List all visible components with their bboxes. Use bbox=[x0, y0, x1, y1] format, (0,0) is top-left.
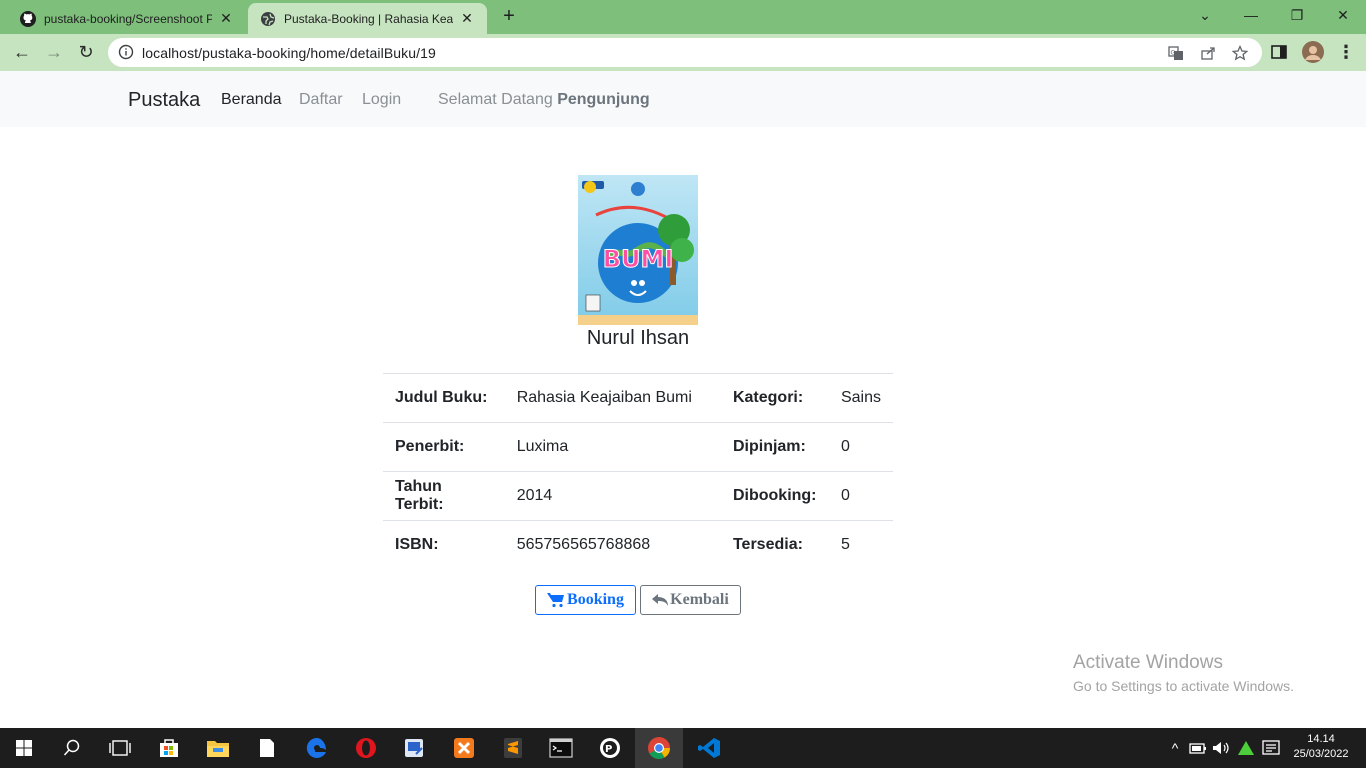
label-judul: Judul Buku: bbox=[383, 373, 505, 423]
star-icon[interactable] bbox=[1232, 45, 1248, 61]
xampp-icon[interactable] bbox=[440, 728, 488, 768]
watermark-line2: Go to Settings to activate Windows. bbox=[1073, 678, 1294, 694]
nav-link-login[interactable]: Login bbox=[362, 91, 401, 109]
booking-button[interactable]: Booking bbox=[535, 585, 636, 615]
remote-desktop-icon[interactable] bbox=[390, 728, 438, 768]
table-row: Penerbit: Luxima Dipinjam: 0 bbox=[383, 422, 893, 472]
search-icon[interactable] bbox=[48, 728, 96, 768]
clock-date: 25/03/2022 bbox=[1293, 748, 1349, 760]
book-detail-table: Judul Buku: Rahasia Keajaiban Bumi Kateg… bbox=[383, 373, 893, 570]
info-icon[interactable] bbox=[118, 44, 134, 60]
chrome-icon[interactable] bbox=[635, 728, 683, 768]
value-kategori: Sains bbox=[828, 373, 893, 423]
terminal-icon[interactable] bbox=[537, 728, 585, 768]
nvidia-icon[interactable] bbox=[1237, 740, 1255, 756]
cover-title-text: BUMI bbox=[603, 245, 674, 273]
forward-arrow-icon[interactable]: → bbox=[42, 40, 66, 64]
address-bar[interactable]: localhost/pustaka-booking/home/detailBuk… bbox=[108, 38, 1262, 67]
value-dipinjam: 0 bbox=[828, 422, 893, 472]
new-tab-button[interactable]: + bbox=[498, 6, 520, 28]
label-tersedia: Tersedia: bbox=[720, 520, 829, 570]
translate-icon[interactable]: G bbox=[1168, 45, 1184, 61]
label-isbn: ISBN: bbox=[383, 520, 505, 570]
notification-icon[interactable] bbox=[1262, 740, 1280, 756]
close-icon[interactable]: ✕ bbox=[459, 10, 475, 27]
kembali-label: Kembali bbox=[670, 591, 729, 608]
reply-arrow-icon bbox=[652, 594, 669, 606]
nav-link-beranda[interactable]: Beranda bbox=[221, 91, 282, 109]
book-cover-image: BUMI bbox=[578, 175, 698, 325]
minimize-button[interactable]: — bbox=[1228, 4, 1274, 26]
browser-toolbar: ← → ↻ localhost/pustaka-booking/home/det… bbox=[0, 34, 1366, 71]
clock-time: 14.14 bbox=[1307, 733, 1335, 745]
battery-icon[interactable] bbox=[1189, 740, 1207, 756]
store-icon[interactable] bbox=[145, 728, 193, 768]
vscode-icon[interactable] bbox=[685, 728, 733, 768]
back-arrow-icon[interactable]: ← bbox=[10, 40, 34, 64]
table-row: Tahun Terbit: 2014 Dibooking: 0 bbox=[383, 471, 893, 521]
watermark-line1: Activate Windows bbox=[1073, 652, 1223, 673]
welcome-user: Pengunjung bbox=[557, 91, 650, 108]
tab-search-icon[interactable]: ⌄ bbox=[1182, 4, 1228, 26]
value-isbn: 565756565768868 bbox=[504, 520, 721, 570]
value-dibooking: 0 bbox=[828, 471, 893, 521]
restore-button[interactable]: ❐ bbox=[1274, 4, 1320, 26]
file-explorer-icon[interactable] bbox=[194, 728, 242, 768]
table-row: Judul Buku: Rahasia Keajaiban Bumi Kateg… bbox=[383, 373, 893, 423]
browser-tab-active[interactable]: Pustaka-Booking | Rahasia Keajai ✕ bbox=[248, 3, 487, 34]
booking-label: Booking bbox=[567, 591, 624, 608]
value-tahun-terbit: 2014 bbox=[504, 471, 721, 521]
kembali-button[interactable]: Kembali bbox=[640, 585, 741, 615]
side-panel-icon[interactable] bbox=[1270, 43, 1288, 61]
browser-tab-bar: pustaka-booking/Screenshoot Pr ✕ Pustaka… bbox=[0, 0, 1366, 34]
task-view-icon[interactable] bbox=[96, 728, 144, 768]
menu-kebab-icon[interactable]: ⋮ bbox=[1334, 40, 1358, 64]
label-kategori: Kategori: bbox=[720, 373, 829, 423]
nav-link-daftar[interactable]: Daftar bbox=[299, 91, 343, 109]
github-icon bbox=[20, 10, 36, 27]
tab-title: pustaka-booking/Screenshoot Pr bbox=[44, 11, 212, 26]
share-icon[interactable] bbox=[1200, 45, 1216, 61]
label-penerbit: Penerbit: bbox=[383, 422, 505, 472]
book-author: Nurul Ihsan bbox=[586, 327, 690, 349]
activate-windows-watermark: Activate Windows Go to Settings to activ… bbox=[1073, 652, 1294, 694]
system-clock[interactable]: 14.14 25/03/2022 bbox=[1284, 732, 1358, 762]
close-window-button[interactable]: ✕ bbox=[1320, 4, 1366, 26]
site-navbar: Pustaka Beranda Daftar Login Selamat Dat… bbox=[0, 71, 1366, 127]
label-dibooking: Dibooking: bbox=[720, 471, 829, 521]
windows-start-icon[interactable] bbox=[0, 728, 48, 768]
reload-icon[interactable]: ↻ bbox=[74, 40, 98, 64]
svg-text:P: P bbox=[605, 744, 612, 755]
label-tahun-terbit: Tahun Terbit: bbox=[383, 471, 505, 521]
value-tersedia: 5 bbox=[828, 520, 893, 570]
edge-icon[interactable] bbox=[293, 728, 341, 768]
shopping-cart-icon bbox=[547, 593, 565, 608]
welcome-text: Selamat Datang Pengunjung bbox=[438, 91, 650, 109]
svg-text:G: G bbox=[1171, 50, 1176, 57]
url-text[interactable]: localhost/pustaka-booking/home/detailBuk… bbox=[142, 45, 436, 61]
opera-icon[interactable] bbox=[342, 728, 390, 768]
brand-logo[interactable]: Pustaka bbox=[128, 89, 200, 112]
volume-icon[interactable] bbox=[1212, 740, 1230, 756]
avatar[interactable] bbox=[1302, 41, 1324, 63]
close-icon[interactable]: ✕ bbox=[218, 10, 234, 27]
notepad-icon[interactable] bbox=[243, 728, 291, 768]
sublime-text-icon[interactable] bbox=[489, 728, 537, 768]
globe-icon bbox=[261, 11, 275, 26]
chevron-up-icon[interactable]: ^ bbox=[1166, 740, 1184, 756]
welcome-prefix: Selamat Datang bbox=[438, 91, 553, 108]
value-judul: Rahasia Keajaiban Bumi bbox=[504, 373, 721, 423]
browser-tab-github[interactable]: pustaka-booking/Screenshoot Pr ✕ bbox=[8, 3, 246, 34]
label-dipinjam: Dipinjam: bbox=[720, 422, 829, 472]
table-row: ISBN: 565756565768868 Tersedia: 5 bbox=[383, 520, 893, 570]
windows-taskbar: P ^ 14.14 25/03/2022 bbox=[0, 728, 1366, 768]
value-penerbit: Luxima bbox=[504, 422, 721, 472]
postman-icon[interactable]: P bbox=[586, 728, 634, 768]
tab-title: Pustaka-Booking | Rahasia Keajai bbox=[284, 11, 453, 26]
